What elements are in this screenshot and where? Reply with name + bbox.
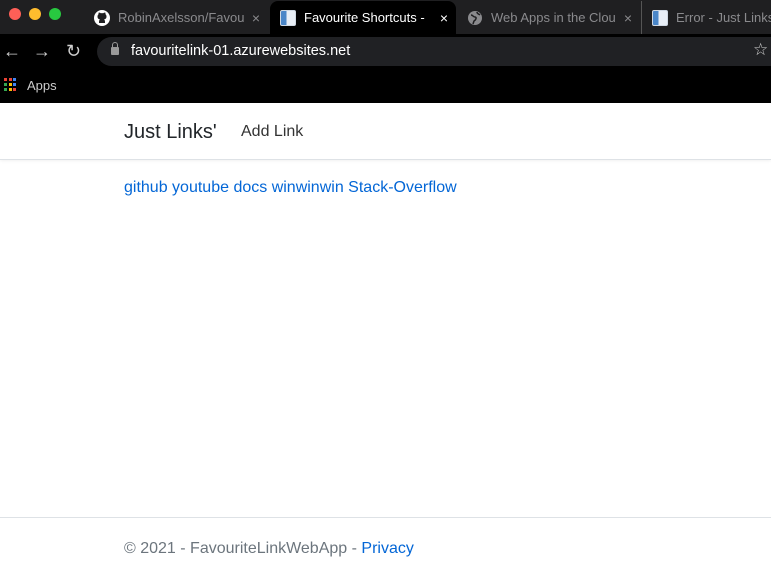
bookmarks-bar: Apps [0, 70, 771, 103]
browser-toolbar: ← → ↻ favouritelink-01.azurewebsites.net [0, 34, 771, 70]
close-tab-icon[interactable]: × [440, 10, 448, 26]
site-header: Just Links' Add Link [0, 103, 771, 160]
url-text: favouritelink-01.azurewebsites.net [131, 43, 351, 59]
copyright-text: © 2021 - FavouriteLinkWebApp - [124, 540, 362, 557]
tab-web-apps[interactable]: Web Apps in the Clou × [457, 1, 640, 34]
tab-title: Favourite Shortcuts - [304, 10, 425, 25]
tab-github[interactable]: RobinAxelsson/Favou × [84, 1, 268, 34]
reload-button[interactable]: ↻ [66, 41, 81, 62]
tab-favourite-shortcuts[interactable]: Favourite Shortcuts - × [270, 1, 456, 34]
github-icon [94, 9, 110, 26]
tab-title: Error - Just Links [676, 10, 771, 25]
tab-strip: RobinAxelsson/Favou × Favourite Shortcut… [0, 0, 771, 34]
link-winwinwin[interactable]: winwinwin [272, 179, 344, 196]
globe-icon [468, 10, 482, 25]
site-footer: © 2021 - FavouriteLinkWebApp - Privacy [0, 517, 771, 571]
tab-title: RobinAxelsson/Favou [118, 10, 244, 25]
bookmark-star-icon[interactable]: ☆ [753, 40, 768, 60]
brand-link[interactable]: Just Links' [124, 121, 217, 144]
forward-button[interactable]: → [33, 41, 51, 62]
tab-error[interactable]: Error - Just Links [641, 1, 771, 34]
link-list: github youtube docs winwinwin Stack-Over… [124, 179, 457, 197]
document-icon [280, 9, 296, 26]
link-stack-overflow[interactable]: Stack-Overflow [348, 179, 456, 196]
link-docs[interactable]: docs [233, 179, 267, 196]
link-youtube[interactable]: youtube [172, 179, 229, 196]
minimize-window-button[interactable] [29, 8, 41, 20]
apps-grid-icon [4, 78, 18, 92]
close-tab-icon[interactable]: × [624, 10, 632, 26]
maximize-window-button[interactable] [49, 8, 61, 20]
link-github[interactable]: github [124, 179, 168, 196]
close-window-button[interactable] [9, 8, 21, 20]
back-button[interactable]: ← [3, 41, 21, 62]
tab-title: Web Apps in the Clou [491, 10, 616, 25]
privacy-link[interactable]: Privacy [361, 540, 413, 557]
nav-add-link[interactable]: Add Link [241, 123, 303, 141]
document-icon [652, 9, 668, 26]
bookmark-label: Apps [27, 78, 57, 93]
address-bar[interactable]: favouritelink-01.azurewebsites.net [97, 37, 771, 66]
lock-icon [111, 42, 119, 55]
close-tab-icon[interactable]: × [252, 10, 260, 26]
